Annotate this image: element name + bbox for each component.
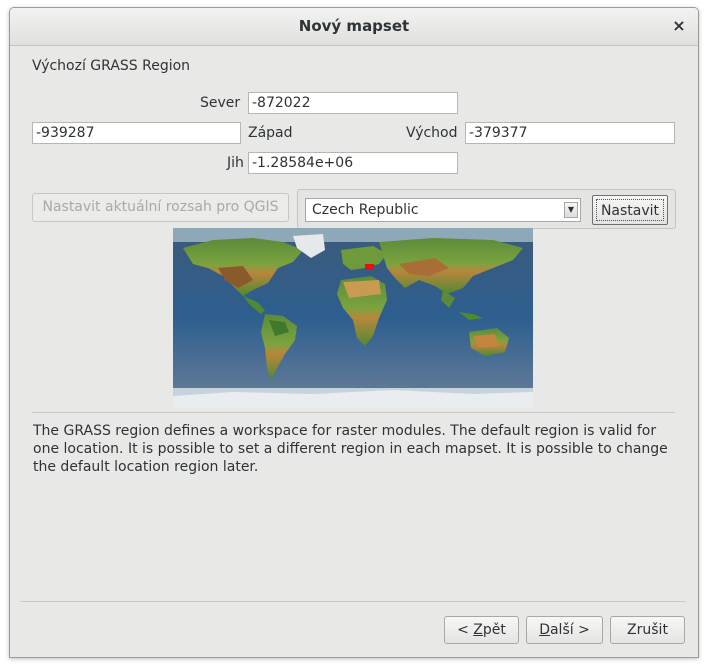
title-bar: Nový mapset × bbox=[10, 8, 698, 46]
close-icon[interactable]: × bbox=[669, 16, 689, 36]
dropdown-arrow-icon[interactable]: ▼ bbox=[564, 202, 578, 218]
back-mnemonic: Z bbox=[473, 622, 483, 638]
next-mnemonic: D bbox=[539, 622, 550, 638]
cancel-button[interactable]: Zrušit bbox=[610, 616, 685, 644]
country-select-value: Czech Republic bbox=[312, 202, 419, 218]
country-frame: Czech Republic ▼ Nastavit bbox=[297, 189, 676, 229]
dialog-title: Nový mapset bbox=[298, 17, 410, 35]
set-region-button-label: Nastavit bbox=[596, 199, 664, 221]
west-input[interactable] bbox=[32, 122, 241, 144]
south-label: Jih bbox=[227, 155, 244, 171]
back-button[interactable]: < Zpět bbox=[444, 616, 519, 644]
next-suffix: > bbox=[573, 622, 590, 638]
north-input[interactable] bbox=[248, 92, 458, 114]
east-input[interactable] bbox=[465, 122, 675, 144]
next-rest: alší bbox=[549, 622, 574, 638]
footer-separator bbox=[20, 601, 686, 602]
set-region-button[interactable]: Nastavit bbox=[592, 195, 668, 225]
back-prefix: < bbox=[457, 622, 474, 638]
west-label: Západ bbox=[248, 125, 293, 141]
region-description: The GRASS region defines a workspace for… bbox=[33, 423, 668, 475]
dialog-content: Výchozí GRASS Region Sever Západ Východ … bbox=[10, 46, 698, 657]
new-mapset-dialog: Nový mapset × Výchozí GRASS Region Sever… bbox=[9, 7, 699, 658]
world-map-image bbox=[173, 228, 533, 408]
back-rest: pět bbox=[482, 622, 506, 638]
region-heading: Výchozí GRASS Region bbox=[32, 58, 191, 74]
set-qgis-extent-button[interactable]: Nastavit aktuální rozsah pro QGIS bbox=[32, 193, 289, 222]
world-map[interactable] bbox=[173, 228, 533, 408]
next-button[interactable]: Další > bbox=[526, 616, 603, 644]
separator bbox=[32, 412, 675, 413]
selected-region-marker bbox=[365, 264, 374, 270]
east-label: Východ bbox=[406, 125, 458, 141]
country-select[interactable]: Czech Republic ▼ bbox=[305, 198, 581, 222]
north-label: Sever bbox=[200, 95, 241, 111]
south-input[interactable] bbox=[248, 152, 458, 174]
